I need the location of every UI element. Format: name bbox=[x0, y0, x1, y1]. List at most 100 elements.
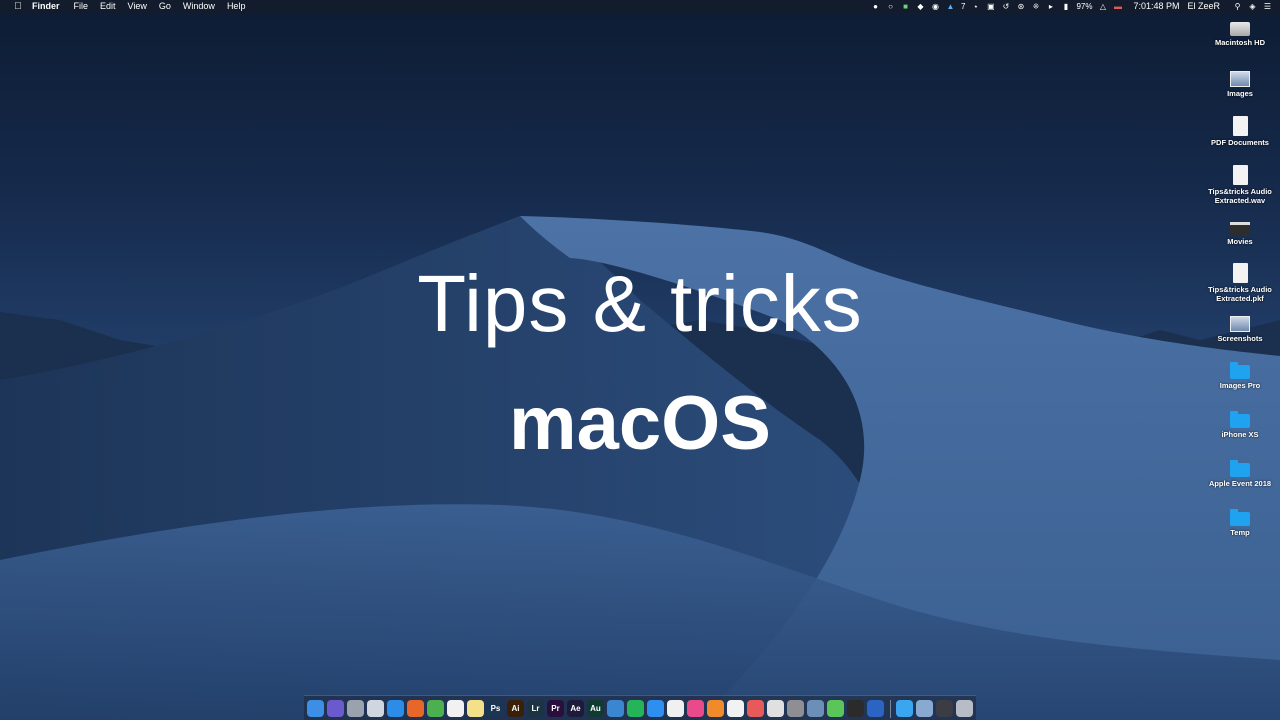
dock-reminders-icon[interactable] bbox=[727, 700, 744, 717]
desktop-item-label: Screenshots bbox=[1217, 334, 1263, 343]
desktop-item-label: Tips&tricks Audio Extracted.wav bbox=[1208, 187, 1272, 205]
bluetooth-icon[interactable]: ⋆ bbox=[971, 2, 980, 11]
dock-skitch-icon[interactable] bbox=[747, 700, 764, 717]
folder-icon bbox=[1230, 362, 1250, 379]
translate-icon[interactable]: ● bbox=[871, 2, 880, 11]
document-icon bbox=[1232, 263, 1248, 283]
dock-illustrator-icon[interactable]: Ai bbox=[507, 700, 524, 717]
battery-icon[interactable]: ▮ bbox=[1061, 2, 1070, 11]
wifi-icon[interactable]: ⁜ bbox=[1031, 2, 1040, 11]
desktop-item-label: PDF Documents bbox=[1211, 138, 1269, 147]
dock: Ps Ai Lr Pr Ae Au bbox=[304, 695, 976, 720]
audio-file-icon bbox=[1232, 165, 1248, 185]
desktop-item-pdf-documents[interactable]: PDF Documents bbox=[1200, 116, 1280, 147]
dock-safari-icon[interactable] bbox=[387, 700, 404, 717]
headline-macos: macOS bbox=[509, 381, 771, 466]
dock-lightroom-icon[interactable]: Lr bbox=[527, 700, 544, 717]
dock-finder-extras-icon[interactable] bbox=[807, 700, 824, 717]
desktop-item-movies[interactable]: Movies bbox=[1200, 214, 1280, 246]
dock-finder-icon[interactable] bbox=[307, 700, 324, 717]
display-icon[interactable]: ▣ bbox=[986, 2, 995, 11]
desktop-item-label: Movies bbox=[1227, 237, 1253, 246]
dock-preview-icon[interactable] bbox=[767, 700, 784, 717]
desktop-item-images-pro[interactable]: Images Pro bbox=[1200, 361, 1280, 390]
desktop-item-label: Temp bbox=[1230, 528, 1250, 537]
dock-calendar-icon[interactable] bbox=[447, 700, 464, 717]
spotlight-search-icon[interactable]: ⚲ bbox=[1233, 2, 1242, 11]
sound-settings-icon[interactable]: ⊛ bbox=[1016, 2, 1025, 11]
image-icon bbox=[1230, 71, 1250, 87]
volume-icon[interactable]: ▸ bbox=[1046, 2, 1055, 11]
dropbox-icon[interactable]: ◆ bbox=[916, 2, 925, 11]
menu-go[interactable]: Go bbox=[159, 0, 171, 13]
dock-notes-icon[interactable] bbox=[467, 700, 484, 717]
dock-audition-icon[interactable]: Au bbox=[587, 700, 604, 717]
dock-terminal-icon[interactable] bbox=[847, 700, 864, 717]
dock-itunes-icon[interactable] bbox=[687, 700, 704, 717]
dock-recent-stack-icon[interactable] bbox=[936, 700, 953, 717]
dock-downloads-stack-icon[interactable] bbox=[916, 700, 933, 717]
menu-user[interactable]: El ZeeR bbox=[1187, 0, 1220, 13]
menu-window[interactable]: Window bbox=[183, 0, 215, 13]
battery-percent: 97% bbox=[1076, 2, 1093, 11]
menu-app-finder[interactable]: Finder bbox=[32, 0, 60, 13]
dock-tweetbot-icon[interactable] bbox=[607, 700, 624, 717]
menu-clock[interactable]: 7:01:48 PM bbox=[1133, 0, 1179, 13]
dock-photoshop-icon[interactable]: Ps bbox=[487, 700, 504, 717]
screenshot-icon bbox=[1230, 316, 1250, 332]
input-source-flag-icon[interactable]: ▬ bbox=[1113, 2, 1122, 11]
dock-premiere-icon[interactable]: Pr bbox=[547, 700, 564, 717]
dock-siri-icon[interactable] bbox=[327, 700, 344, 717]
dock-launchpad-icon[interactable] bbox=[347, 700, 364, 717]
desktop-item-label: Tips&tricks Audio Extracted.pkf bbox=[1208, 285, 1272, 303]
notification-center-icon[interactable]: ☰ bbox=[1263, 2, 1272, 11]
folder-icon bbox=[1230, 411, 1250, 428]
desktop-item-screenshots[interactable]: Screenshots bbox=[1200, 312, 1280, 343]
dock-trash-icon[interactable] bbox=[956, 700, 973, 717]
dock-separator bbox=[889, 699, 891, 718]
desktop-item-temp[interactable]: Temp bbox=[1200, 508, 1280, 537]
menu-help[interactable]: Help bbox=[227, 0, 246, 13]
desktop-item-iphone-xs[interactable]: iPhone XS bbox=[1200, 410, 1280, 439]
creative-cloud-icon[interactable]: ○ bbox=[886, 2, 895, 11]
desktop-item-label: iPhone XS bbox=[1221, 430, 1259, 439]
menu-edit[interactable]: Edit bbox=[100, 0, 116, 13]
desktop-item-audio-pkf[interactable]: Tips&tricks Audio Extracted.pkf bbox=[1200, 263, 1280, 303]
dock-whatsapp-icon[interactable] bbox=[627, 700, 644, 717]
notification-badge-icon[interactable]: ▲ bbox=[946, 2, 955, 11]
siri-icon[interactable]: ◈ bbox=[1248, 2, 1257, 11]
menu-bar-status: ● ○ ■ ◆ ◉ ▲ 7 ⋆ ▣ ↺ ⊛ ⁜ ▸ ▮ 97% △ ▬ 7:01… bbox=[868, 0, 1280, 13]
dock-app-store-icon[interactable] bbox=[647, 700, 664, 717]
desktop-item-apple-event-2018[interactable]: Apple Event 2018 bbox=[1200, 459, 1280, 488]
vpn-icon[interactable]: ◉ bbox=[931, 2, 940, 11]
dock-chrome-icon[interactable] bbox=[427, 700, 444, 717]
dock-mail-icon[interactable] bbox=[367, 700, 384, 717]
wallpaper-mojave-dunes bbox=[0, 216, 1280, 720]
desktop-item-label: Images Pro bbox=[1219, 381, 1261, 390]
desktop:  Finder File Edit View Go Window Help ●… bbox=[0, 0, 1280, 720]
dock-books-icon[interactable] bbox=[707, 700, 724, 717]
desktop-item-label: Apple Event 2018 bbox=[1208, 479, 1272, 488]
folder-icon bbox=[1230, 509, 1250, 526]
menu-bar-left:  Finder File Edit View Go Window Help bbox=[0, 0, 257, 13]
evernote-icon[interactable]: ■ bbox=[901, 2, 910, 11]
menu-file[interactable]: File bbox=[74, 0, 89, 13]
menu-view[interactable]: View bbox=[128, 0, 147, 13]
dock-photos-icon[interactable] bbox=[667, 700, 684, 717]
dock-messages-icon[interactable] bbox=[827, 700, 844, 717]
time-machine-icon[interactable]: ↺ bbox=[1001, 2, 1010, 11]
menu-bar:  Finder File Edit View Go Window Help ●… bbox=[0, 0, 1280, 13]
apple-menu-icon[interactable]:  bbox=[11, 0, 25, 13]
dock-xcode-icon[interactable] bbox=[867, 700, 884, 717]
airplay-icon[interactable]: △ bbox=[1098, 2, 1107, 11]
badge-count: 7 bbox=[960, 2, 966, 11]
desktop-item-images[interactable]: Images bbox=[1200, 67, 1280, 98]
dock-firefox-icon[interactable] bbox=[407, 700, 424, 717]
desktop-item-audio-wav[interactable]: Tips&tricks Audio Extracted.wav bbox=[1200, 165, 1280, 205]
dock-after-effects-icon[interactable]: Ae bbox=[567, 700, 584, 717]
desktop-item-macintosh-hd[interactable]: Macintosh HD bbox=[1200, 18, 1280, 47]
dock-applications-folder-icon[interactable] bbox=[896, 700, 913, 717]
dock-system-preferences-icon[interactable] bbox=[787, 700, 804, 717]
document-icon bbox=[1232, 116, 1248, 136]
folder-icon bbox=[1230, 460, 1250, 477]
